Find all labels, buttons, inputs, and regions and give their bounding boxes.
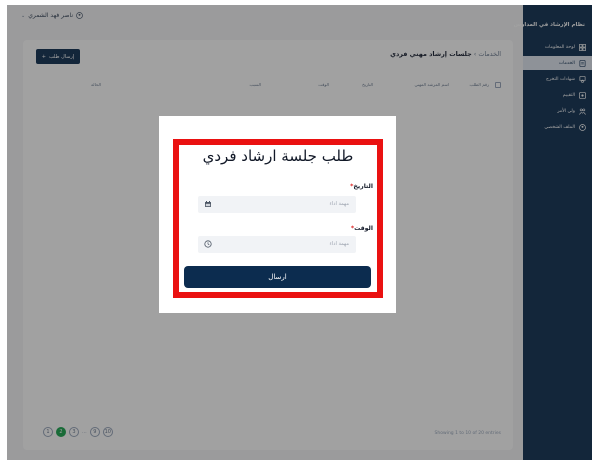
calendar-icon <box>205 201 211 207</box>
date-field[interactable]: مهمة اداء <box>198 196 356 213</box>
modal-title: طلب جلسة ارشاد فردي <box>202 147 354 165</box>
time-label-text: الوقت <box>354 225 373 232</box>
time-label: الوقت* <box>351 225 373 232</box>
date-label: التاريخ* <box>350 183 373 190</box>
clock-icon <box>204 240 212 248</box>
submit-button[interactable]: ارسال <box>184 266 371 288</box>
date-placeholder: مهمة اداء <box>329 201 350 207</box>
time-field[interactable]: مهمة اداء <box>198 236 356 253</box>
time-placeholder: مهمة اداء <box>329 241 350 247</box>
date-label-text: التاريخ <box>353 183 373 190</box>
